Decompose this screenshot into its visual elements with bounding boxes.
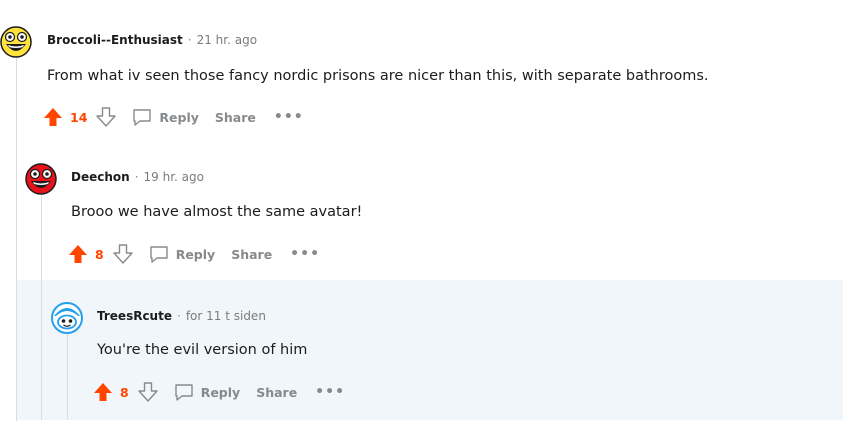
reply-button[interactable]: Reply xyxy=(173,381,256,403)
upvote-button[interactable] xyxy=(67,243,89,265)
yellow-smiley-avatar[interactable] xyxy=(0,26,32,58)
red-smiley-avatar[interactable] xyxy=(25,163,57,195)
author-name[interactable]: Deechon xyxy=(71,170,130,184)
comment-body: You're the evil version of him xyxy=(97,342,308,358)
timestamp[interactable]: 21 hr. ago xyxy=(197,33,257,47)
author-name[interactable]: Broccoli--Enthusiast xyxy=(47,33,183,47)
more-options-icon[interactable]: ••• xyxy=(290,246,320,262)
more-options-icon[interactable]: ••• xyxy=(274,109,304,125)
upvote-button[interactable] xyxy=(42,106,64,128)
share-button[interactable]: Share xyxy=(231,247,272,262)
upvote-button[interactable] xyxy=(92,381,114,403)
comment-bubble-icon xyxy=(150,246,168,263)
upvote-icon xyxy=(94,383,112,401)
upvote-icon xyxy=(69,245,87,263)
reply-button[interactable]: Reply xyxy=(131,106,214,128)
downvote-icon xyxy=(138,382,158,402)
share-button[interactable]: Share xyxy=(215,110,256,125)
reply-label: Reply xyxy=(175,246,216,262)
timestamp[interactable]: for 11 t siden xyxy=(186,309,266,323)
reply-label: Reply xyxy=(159,109,199,125)
share-button[interactable]: Share xyxy=(256,385,297,400)
downvote-button[interactable] xyxy=(95,106,117,128)
vote-score: 8 xyxy=(120,384,129,400)
thread-line-1[interactable] xyxy=(16,48,17,421)
downvote-icon xyxy=(96,107,117,127)
reply-label: Reply xyxy=(200,384,241,400)
comment-body: Brooo we have almost the same avatar! xyxy=(71,204,363,220)
upvote-icon xyxy=(44,108,62,126)
downvote-button[interactable] xyxy=(112,243,134,265)
vote-score: 8 xyxy=(95,246,104,262)
meta-separator: · xyxy=(187,33,192,47)
thread-line-2[interactable] xyxy=(41,190,42,420)
meta-separator: · xyxy=(134,170,139,184)
author-name[interactable]: TreesRcute xyxy=(97,309,172,323)
downvote-icon xyxy=(113,244,133,264)
vote-score: 14 xyxy=(70,109,88,125)
timestamp[interactable]: 19 hr. ago xyxy=(144,170,204,184)
meta-separator: · xyxy=(176,309,181,323)
snoo-avatar[interactable] xyxy=(51,302,83,334)
more-options-icon[interactable]: ••• xyxy=(315,384,345,400)
comment-bubble-icon xyxy=(175,384,193,401)
downvote-button[interactable] xyxy=(137,381,159,403)
comment-bubble-icon xyxy=(133,109,152,126)
comment-body: From what iv seen those fancy nordic pri… xyxy=(47,68,709,84)
reply-button[interactable]: Reply xyxy=(148,243,231,265)
thread-line-3[interactable] xyxy=(67,330,68,420)
